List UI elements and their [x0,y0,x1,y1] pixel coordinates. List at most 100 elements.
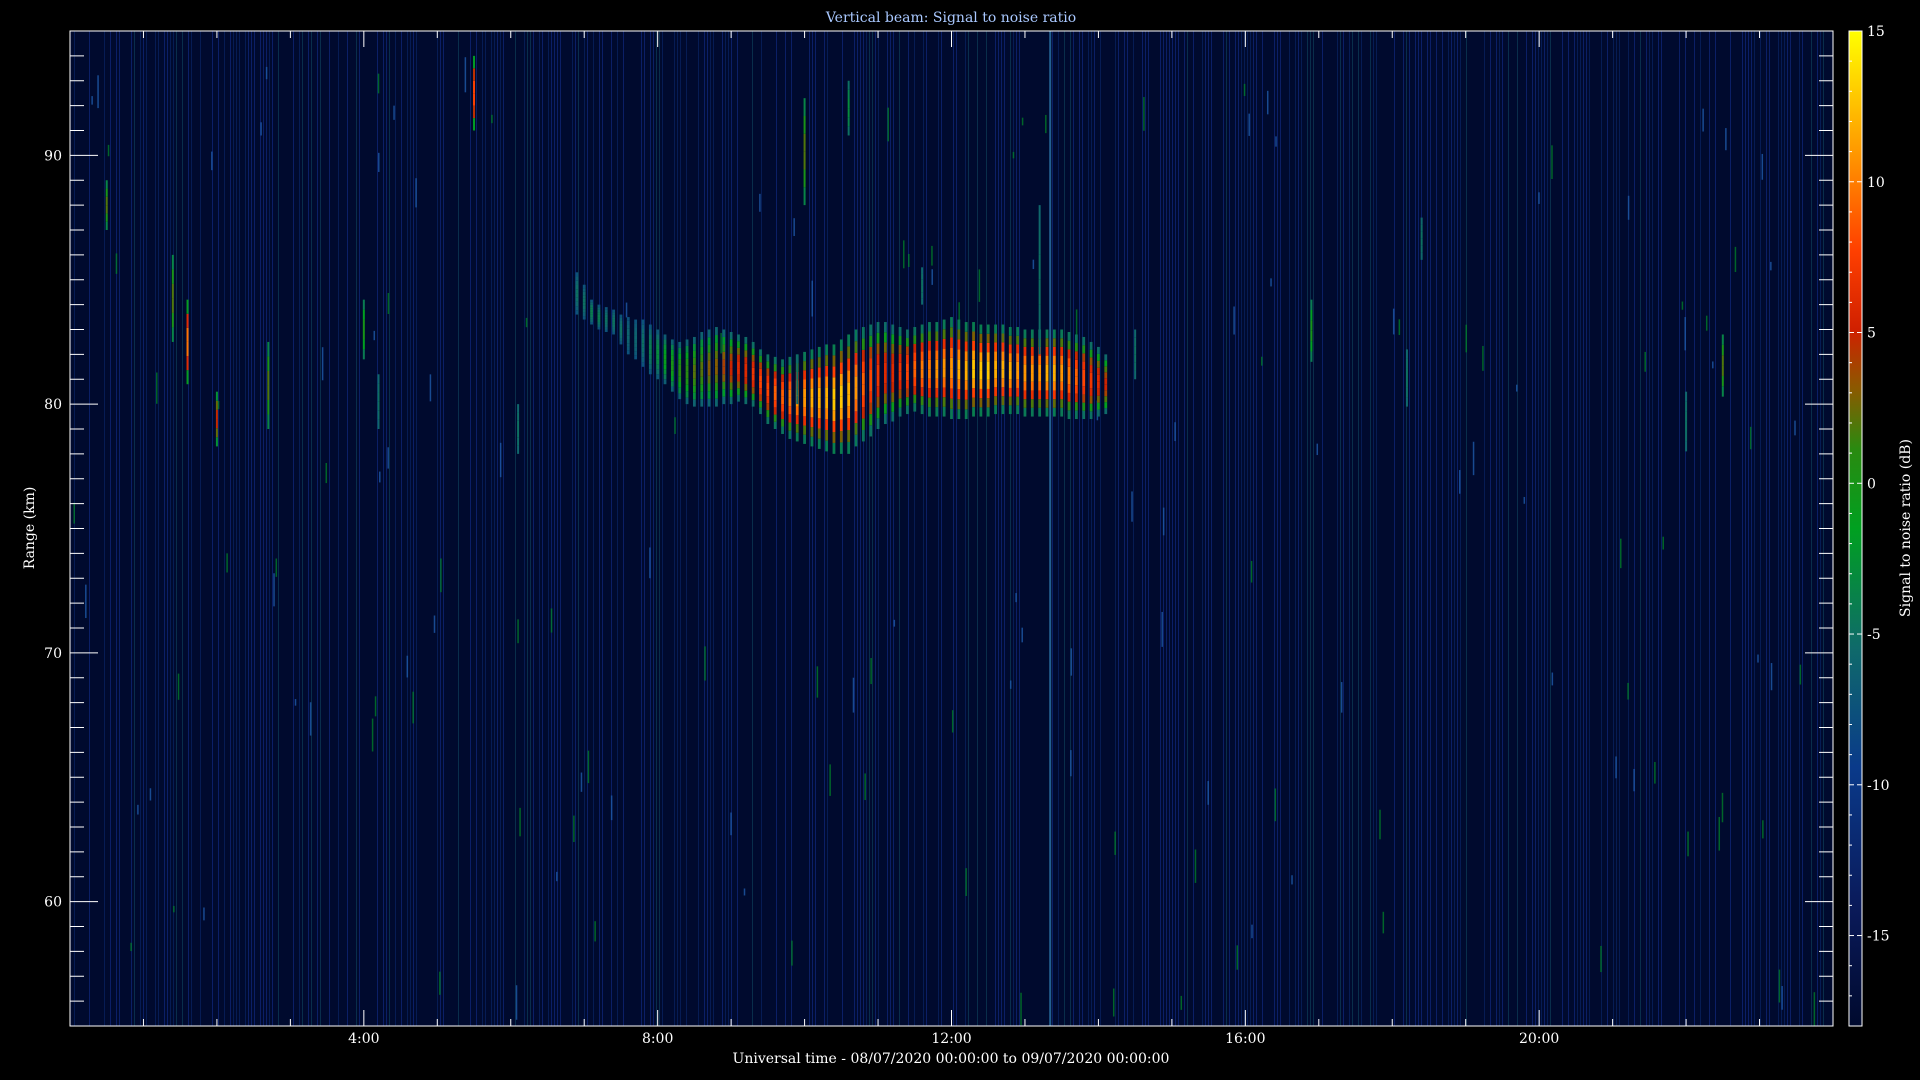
noise-speckle [1112,988,1115,1017]
echo-cell [590,299,593,303]
noise-column [1583,31,1584,1026]
echo-cell [810,368,814,379]
echo-cell [707,375,711,384]
echo-cell [913,386,917,395]
echo-cell [847,394,851,407]
echo-cell [854,387,858,400]
isolated-echo [517,412,520,421]
echo-cell [737,374,740,382]
echo-cell [898,362,902,372]
echo-cell [781,411,784,420]
echo-cell [950,317,953,328]
noise-speckle [1538,192,1540,204]
echo-cell [986,370,990,380]
echo-cell [619,335,623,339]
echo-cell [891,343,895,354]
echo-cell [759,355,762,363]
echo-cell [795,424,799,433]
noise-column [383,31,384,1026]
echo-cell [957,319,961,330]
echo-cell [737,334,740,342]
echo-cell [744,350,748,358]
echo-cell [1067,375,1071,385]
echo-cell [839,430,843,443]
echo-cell [663,339,667,345]
echo-cell [722,359,726,367]
echo-cell [597,327,601,330]
echo-cell [906,337,909,347]
noise-speckle [211,151,213,171]
noise-column [914,31,915,1026]
noise-column [1409,31,1410,1026]
echo-cell [634,343,638,348]
noise-column [578,31,579,1026]
noise-column [977,31,978,1026]
echo-cell [1060,407,1064,417]
echo-cell [582,302,586,306]
isolated-echo [803,98,806,116]
echo-cell [759,368,762,376]
echo-cell [612,319,615,323]
noise-column [254,31,255,1026]
echo-cell [957,349,961,360]
noise-column [1817,31,1818,1026]
echo-cell [839,373,843,386]
noise-column [440,31,441,1026]
echo-cell [979,407,983,417]
echo-cell [861,338,865,350]
echo-cell [1008,335,1012,345]
echo-cell [1097,346,1100,354]
noise-column [338,31,339,1026]
noise-column [1640,31,1641,1026]
echo-cell [1104,408,1108,415]
echo-cell [692,336,696,344]
noise-column [1406,31,1407,1026]
echo-cell [729,339,733,347]
noise-column [1370,31,1371,1026]
isolated-echo [1405,368,1408,379]
x-tick-label: 12:00 [931,1031,971,1047]
noise-column [1211,31,1212,1026]
noise-speckle [387,292,390,314]
noise-column [470,31,471,1026]
echo-cell [692,399,696,407]
echo-cell [715,334,718,343]
echo-cell [964,360,968,371]
noise-column [500,31,501,1026]
noise-column [131,31,132,1026]
echo-cell [781,359,784,367]
noise-column [968,31,969,1026]
noise-speckle [412,691,414,724]
echo-cell [994,396,997,406]
noise-column [1001,31,1002,1026]
x-axis-label: Universal time - 08/07/2020 00:00:00 to … [733,1051,1170,1067]
noise-column [386,31,387,1026]
noise-speckle [1551,145,1553,180]
noise-speckle [1615,756,1617,779]
noise-column [923,31,924,1026]
echo-cell [781,381,784,390]
echo-cell [935,397,939,408]
echo-cell [935,388,939,398]
echo-cell [825,440,829,452]
echo-cell [869,402,873,415]
echo-cell [847,441,851,454]
noise-speckle [439,971,441,995]
echo-cell [641,347,645,353]
echo-cell [810,378,814,389]
noise-speckle [1009,680,1012,689]
echo-cell [876,322,880,333]
echo-cell [883,332,887,343]
isolated-echo [171,254,174,270]
echo-cell [825,408,829,420]
echo-cell [1016,370,1020,380]
noise-column [1427,31,1428,1026]
noise-column [1436,31,1437,1026]
isolated-echo [1685,411,1688,422]
noise-speckle [1174,422,1176,442]
isolated-echo [267,399,270,415]
echo-cell [604,329,608,332]
noise-speckle [791,940,793,966]
noise-speckle [1662,536,1664,550]
echo-cell [832,388,836,400]
